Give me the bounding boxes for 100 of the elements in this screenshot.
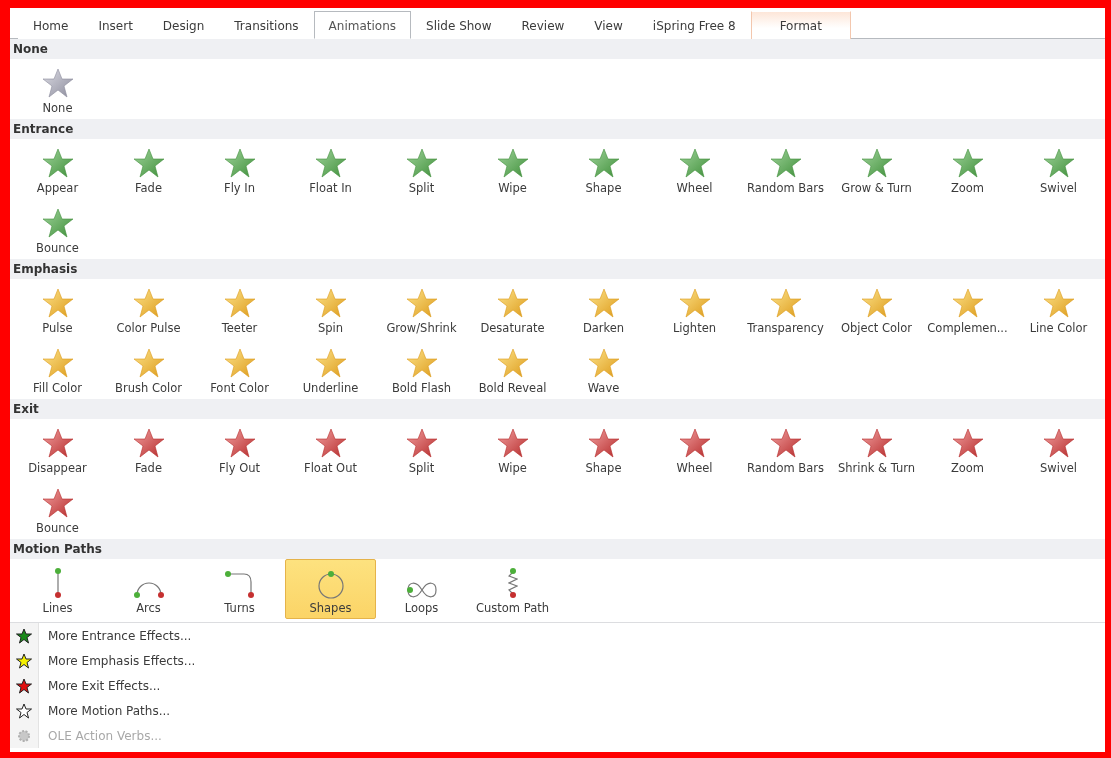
menu-item[interactable]: More Entrance Effects... xyxy=(48,628,192,643)
effect-tile[interactable]: Fade xyxy=(103,419,194,479)
ribbon-tab[interactable]: Animations xyxy=(313,11,412,39)
effect-tile[interactable]: Transparency xyxy=(740,279,831,339)
effect-tile[interactable]: Disappear xyxy=(12,419,103,479)
effect-tile[interactable]: Custom Path xyxy=(467,559,558,619)
motion-path-icon xyxy=(53,567,62,599)
effect-tile[interactable]: Shrink & Turn xyxy=(831,419,922,479)
effect-tile[interactable]: Color Pulse xyxy=(103,279,194,339)
effect-tile[interactable]: Fly In xyxy=(194,139,285,199)
star-icon xyxy=(223,347,256,379)
star-icon xyxy=(41,147,74,179)
star-icon xyxy=(41,427,74,459)
section-header: Motion Paths xyxy=(10,539,1105,559)
effect-tile[interactable]: Wave xyxy=(558,339,649,399)
effect-tile[interactable]: Bold Reveal xyxy=(467,339,558,399)
ribbon-tab[interactable]: Format xyxy=(750,11,851,39)
effect-tile[interactable]: Fill Color xyxy=(12,339,103,399)
effect-tile[interactable]: Bounce xyxy=(12,479,103,539)
effect-tile[interactable]: Random Bars xyxy=(740,419,831,479)
effect-tile[interactable]: None xyxy=(12,59,103,119)
effect-tile[interactable]: Lines xyxy=(12,559,103,619)
effect-tile[interactable]: Split xyxy=(376,419,467,479)
star-icon xyxy=(405,347,438,379)
star-icon xyxy=(405,287,438,319)
menu-item[interactable]: More Emphasis Effects... xyxy=(48,653,196,668)
star-icon xyxy=(16,702,32,719)
star-icon xyxy=(496,287,529,319)
effect-tile[interactable]: Float In xyxy=(285,139,376,199)
effect-tile[interactable]: Darken xyxy=(558,279,649,339)
effect-tile[interactable]: Random Bars xyxy=(740,139,831,199)
effect-tile[interactable]: Spin xyxy=(285,279,376,339)
star-icon xyxy=(132,427,165,459)
star-icon xyxy=(951,287,984,319)
effect-tile[interactable]: Arcs xyxy=(103,559,194,619)
star-icon xyxy=(769,427,802,459)
motion-path-icon xyxy=(507,567,518,599)
effect-tile[interactable]: Turns xyxy=(194,559,285,619)
star-icon xyxy=(132,347,165,379)
star-icon xyxy=(496,347,529,379)
effect-tile[interactable]: Fade xyxy=(103,139,194,199)
motion-path-icon xyxy=(406,581,437,599)
effect-tile[interactable]: Wipe xyxy=(467,139,558,199)
star-icon xyxy=(678,427,711,459)
effect-tile[interactable]: Desaturate xyxy=(467,279,558,339)
star-icon xyxy=(314,287,347,319)
star-icon xyxy=(678,147,711,179)
effect-tile[interactable]: Font Color xyxy=(194,339,285,399)
effect-tile[interactable]: Grow & Turn xyxy=(831,139,922,199)
effect-tile[interactable]: Split xyxy=(376,139,467,199)
menu-item[interactable]: More Motion Paths... xyxy=(48,703,171,718)
effect-tile[interactable]: Shape xyxy=(558,419,649,479)
effect-tile[interactable]: Bounce xyxy=(12,199,103,259)
star-icon xyxy=(860,147,893,179)
gear-icon xyxy=(17,728,31,743)
effect-tile[interactable]: Zoom xyxy=(922,419,1013,479)
section-header: Exit xyxy=(10,399,1105,419)
section-header: None xyxy=(10,39,1105,59)
star-icon xyxy=(678,287,711,319)
effect-tile[interactable]: Bold Flash xyxy=(376,339,467,399)
star-icon xyxy=(41,347,74,379)
star-icon xyxy=(405,427,438,459)
effect-tile[interactable]: Pulse xyxy=(12,279,103,339)
star-icon xyxy=(41,487,74,519)
motion-path-icon xyxy=(317,570,344,599)
effect-tile[interactable]: Shapes xyxy=(285,559,376,619)
effect-tile[interactable]: Appear xyxy=(12,139,103,199)
effect-tile[interactable]: Fly Out xyxy=(194,419,285,479)
star-icon xyxy=(496,427,529,459)
star-icon xyxy=(314,427,347,459)
effect-tile[interactable]: Complemen... xyxy=(922,279,1013,339)
effect-tile[interactable]: Float Out xyxy=(285,419,376,479)
section-header: Entrance xyxy=(10,119,1105,139)
effect-tile[interactable]: Underline xyxy=(285,339,376,399)
effect-tile[interactable]: Wheel xyxy=(649,419,740,479)
effect-tile[interactable]: Zoom xyxy=(922,139,1013,199)
motion-path-icon xyxy=(224,570,255,599)
effect-tile[interactable]: Line Color xyxy=(1013,279,1104,339)
effect-tile[interactable]: Brush Color xyxy=(103,339,194,399)
effect-tile[interactable]: Teeter xyxy=(194,279,285,339)
star-icon xyxy=(16,627,32,644)
star-icon xyxy=(587,427,620,459)
effect-tile[interactable]: Grow/Shrink xyxy=(376,279,467,339)
effect-tile[interactable]: Swivel xyxy=(1013,419,1104,479)
star-icon xyxy=(16,677,32,694)
star-icon xyxy=(132,147,165,179)
effect-tile[interactable]: Lighten xyxy=(649,279,740,339)
effect-tile[interactable]: Loops xyxy=(376,559,467,619)
effect-tile[interactable]: Object Color xyxy=(831,279,922,339)
star-icon xyxy=(769,147,802,179)
star-icon xyxy=(1042,287,1075,319)
star-icon xyxy=(496,147,529,179)
section-header: Emphasis xyxy=(10,259,1105,279)
effect-tile[interactable]: Swivel xyxy=(1013,139,1104,199)
effect-tile[interactable]: Wheel xyxy=(649,139,740,199)
star-icon xyxy=(951,427,984,459)
effect-tile[interactable]: Wipe xyxy=(467,419,558,479)
effect-tile[interactable]: Shape xyxy=(558,139,649,199)
menu-item[interactable]: More Exit Effects... xyxy=(48,678,161,693)
star-icon xyxy=(223,287,256,319)
